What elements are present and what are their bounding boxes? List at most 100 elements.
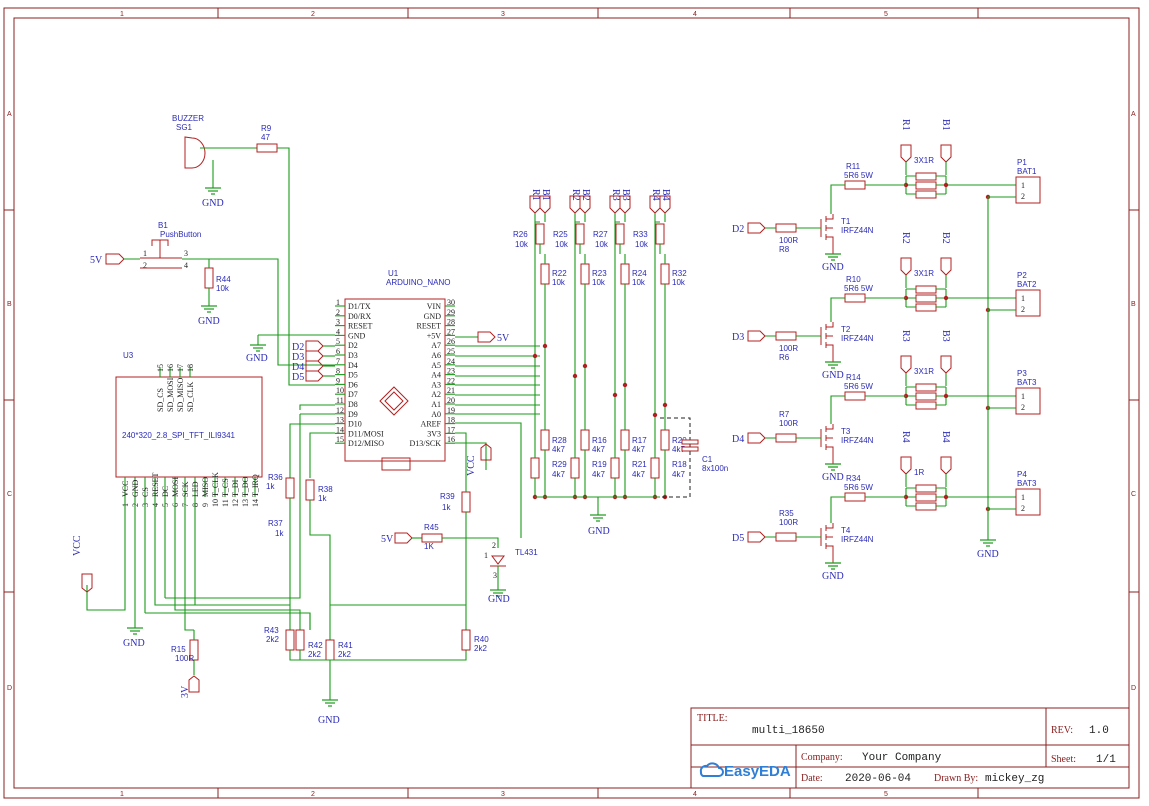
u3-bottom-pin-num: 9 [201,503,210,507]
gate-resistor-val: 100R [779,344,798,353]
mosfet-symbol [820,523,834,563]
channel-net-label: B4 [940,431,951,443]
bank-label: 1R [914,468,924,477]
u3-top-pin-name: SD_MOSI [166,377,175,412]
r44-body [204,267,214,289]
r40-value: 2k2 [474,644,487,653]
u1-pin-num: 26 [447,337,455,346]
mosfet-value: IRFZ44N [841,226,874,235]
load-resistor-ref: R34 [846,474,861,483]
pushbutton-ref: B1 [158,221,168,230]
frame-col-1b: 1 [120,791,124,798]
channel-net-label: B3 [940,330,951,342]
u1-pin-num: 15 [336,435,344,444]
u3-bottom-pin-num: 14 [251,499,260,507]
r45-ref: R45 [424,523,439,532]
r40-ref: R40 [474,635,489,644]
u1-pin-name: GND [424,312,442,321]
channel-net-label: R3 [900,330,911,342]
u1-pin-num: 22 [447,376,455,385]
sense-r-top-val: 10k [595,240,609,249]
sense-r-low-b-ref: R29 [552,460,567,469]
sense-r-low-a-ref: R28 [552,436,567,445]
sheet-value: 1/1 [1096,754,1116,766]
u1-pin-num: 2 [336,308,340,317]
u1-pin-num: 27 [447,327,455,336]
junction-dot [572,373,578,379]
sense-r-low-a [620,429,630,451]
channel-net-flag [900,355,912,374]
u3-ref: U3 [123,351,134,360]
drawn-value: mickey_zg [985,773,1044,785]
r44-value: 10k [216,284,230,293]
u1-pin-name: D8 [348,400,358,409]
u1-pin-num: 29 [447,308,455,317]
load-resistor [844,293,866,303]
u1-pin-num: 23 [447,367,455,376]
gate-resistor [775,433,797,443]
gate-resistor-ref: R35 [779,509,794,518]
channel-net-flag [940,257,952,276]
bank-resistor [915,401,937,410]
c1-value: 8x100n [702,464,728,473]
u1-pin-num: 25 [447,347,455,356]
sense-r-mid-val: 10k [672,278,686,287]
tl431-pin-3: 3 [493,571,497,580]
u3-bottom-pin-name: T_DI [231,479,240,497]
u3-bottom-pin-name: T_CLK [211,472,220,497]
r42-ref: R42 [308,641,323,650]
gate-resistor-ref: R8 [779,245,790,254]
bank-label: 3X1R [914,367,934,376]
u3-bottom-pin-num: 12 [231,499,240,507]
gnd-symbol [825,361,841,369]
sense-r-low-b-ref: R18 [672,460,687,469]
u3-bottom-pin-name: CS [141,487,150,497]
u1-pin-num: 28 [447,318,455,327]
pb-pin-4: 4 [184,261,188,270]
u1-pin-name: D5 [348,371,358,380]
sense-r-low-a-ref: R17 [632,436,647,445]
mosfet-symbol [820,322,834,362]
sense-r-low-a-ref: R16 [592,436,607,445]
r43-value: 2k2 [266,635,279,644]
sense-r-low-a-val: 4k7 [552,445,565,454]
u3-top-pin-num: 16 [166,364,175,372]
channel-net-label: R4 [900,431,911,443]
sense-wire [574,222,586,497]
sense-wire [574,213,586,223]
gnd-label-sense: GND [588,526,610,537]
net-5v-button: 5V [90,255,103,266]
u1-pin-name: D12/MISO [348,439,384,448]
load-wire [830,184,906,214]
frame-col-5: 5 [884,11,888,18]
sense-r-low-b-val: 4k7 [672,470,685,479]
u1-pin-num: 1 [336,298,340,307]
u3-top-pin-num: 15 [156,364,165,372]
u1-pin-name: A0 [431,410,441,419]
channel-net-flag [940,355,952,374]
gnd-label-tl431: GND [488,594,510,605]
r38-body [305,479,315,501]
r38-value: 1k [318,494,327,503]
frame-col-4: 4 [693,11,697,18]
u1-pin-num: 24 [447,357,455,366]
net-5v-tl431: 5V [381,534,394,545]
battery-connector [1015,176,1041,204]
u3-bottom-pin-num: 11 [221,499,230,507]
frame-row-b: B [7,301,12,308]
sense-net-label: R1 [530,189,541,201]
junction-dot [943,494,949,500]
u1-pin-name: D7 [348,390,358,399]
battery-pin-2: 2 [1021,305,1025,314]
battery-connector [1015,387,1041,415]
sense-net-label: B1 [540,189,551,201]
mosfet-symbol [820,214,834,254]
u1-pin-name: A2 [431,390,441,399]
tl431-pin-1: 1 [484,551,488,560]
u3-bottom-pin-num: 10 [211,499,220,507]
load-resistor [844,391,866,401]
channel-net-flag [940,456,952,475]
sense-r-mid-val: 10k [552,278,566,287]
u3-bottom-pin-name: T_CS [221,478,230,497]
u3-bottom-pin-name: T_DO [241,476,250,497]
